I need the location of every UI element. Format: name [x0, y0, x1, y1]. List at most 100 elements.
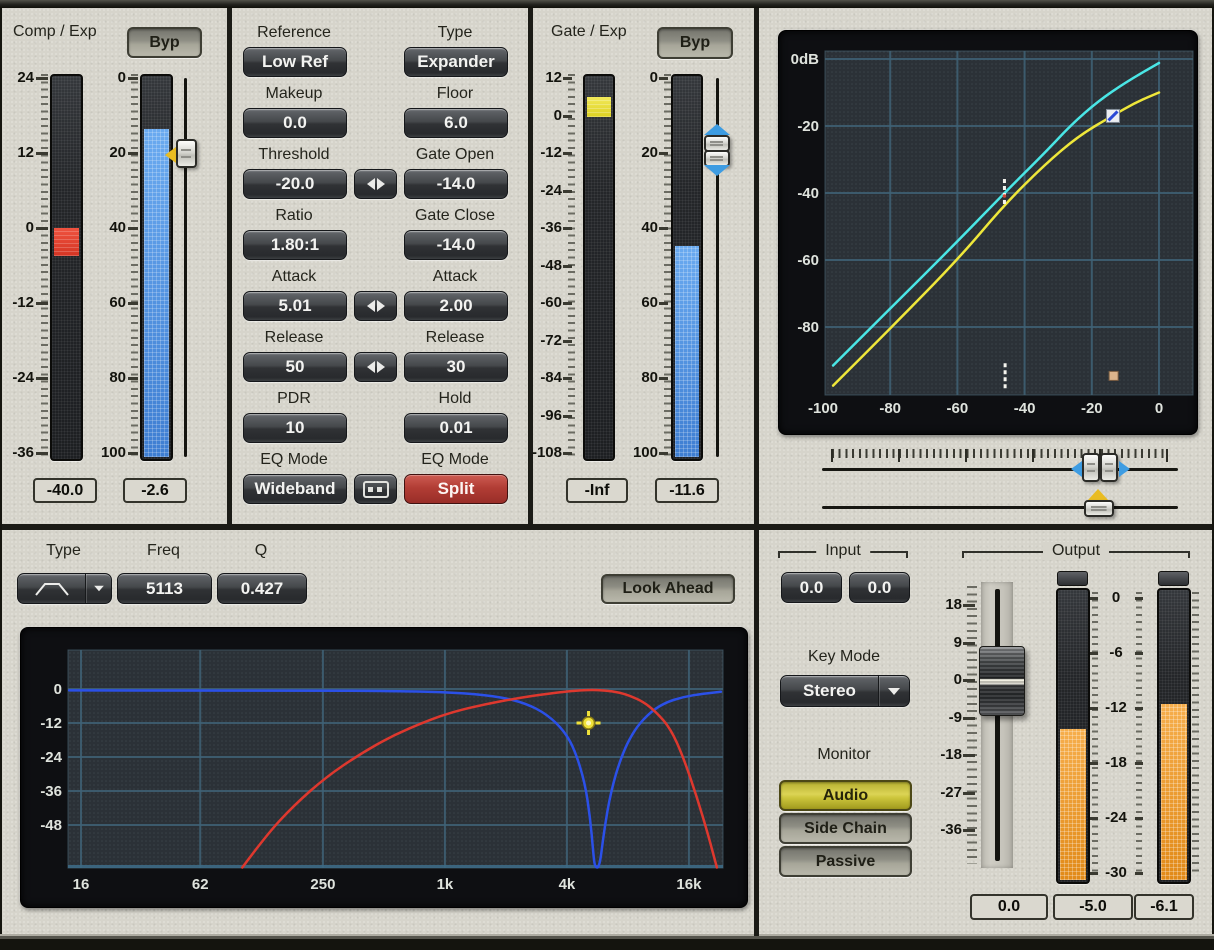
scale-major-tick — [563, 340, 572, 343]
scale-tick-label: 24 — [2, 69, 34, 86]
output-left-readout[interactable]: -5.0 — [1053, 894, 1133, 920]
floor-value-button[interactable]: 6.0 — [404, 108, 508, 138]
comp-gr-meter — [140, 74, 173, 461]
gain-fader-handle[interactable] — [979, 646, 1025, 716]
hold-value-button[interactable]: 0.01 — [404, 413, 508, 443]
filter-freq-label: Freq — [117, 542, 210, 560]
scale-major-tick — [1135, 707, 1143, 710]
scale-major-tick — [128, 77, 138, 80]
comp-release-value-button[interactable]: 50 — [243, 352, 347, 382]
gate-close-value-button[interactable]: -14.0 — [404, 230, 508, 260]
filter-q-value-button[interactable]: 0.427 — [217, 573, 307, 604]
pdr-value-button[interactable]: 10 — [243, 413, 347, 443]
param-label: Gate Close — [404, 207, 506, 225]
gate-threshold-marker[interactable] — [1106, 109, 1119, 122]
eq-graph[interactable]: 16622501k4k16k0-12-24-36-48 — [21, 628, 747, 907]
link-release-button[interactable] — [354, 352, 397, 382]
link-attack-button[interactable] — [354, 291, 397, 321]
left-right-arrows-icon — [355, 292, 396, 320]
scale-major-tick — [963, 604, 975, 607]
comp-level-readout[interactable]: -40.0 — [33, 478, 97, 503]
transfer-graph[interactable]: -100-80-60-40-2000dB-20-40-60-80 — [779, 31, 1197, 434]
scale-tick-label: -27 — [926, 784, 962, 801]
input-right-value-button[interactable]: 0.0 — [849, 572, 910, 603]
gate-gr-readout[interactable]: -11.6 — [655, 478, 719, 503]
output-tickstrip-left — [1092, 592, 1098, 876]
param-label: Ratio — [243, 207, 345, 225]
y-axis-tick-label: -60 — [797, 252, 819, 269]
gate-open-value-button[interactable]: -14.0 — [404, 169, 508, 199]
monitor-side-chain-button[interactable]: Side Chain — [779, 813, 912, 844]
left-right-arrows-icon — [355, 353, 396, 381]
link-eq-mode-button[interactable] — [354, 474, 397, 504]
output-right-readout[interactable]: -6.1 — [1134, 894, 1194, 920]
scale-major-tick — [563, 115, 572, 118]
scale-major-tick — [1135, 652, 1143, 655]
scale-major-tick — [128, 377, 138, 380]
scale-tick-label: -30 — [1100, 864, 1132, 881]
comp-threshold-slider-handle[interactable] — [176, 139, 197, 168]
comp-threshold-hslider-track[interactable] — [822, 506, 1178, 509]
filter-type-dropdown[interactable] — [17, 573, 112, 604]
param-label: Threshold — [243, 146, 345, 164]
scale-major-tick — [963, 829, 975, 832]
scale-major-tick — [1135, 762, 1143, 765]
scale-tick-label: -36 — [926, 821, 962, 838]
monitor-audio-button[interactable]: Audio — [779, 780, 912, 811]
makeup-value-button[interactable]: 0.0 — [243, 108, 347, 138]
comp-eq-mode-button[interactable]: Wideband — [243, 474, 347, 504]
gate-close-hslider-handle[interactable] — [1100, 453, 1118, 482]
gate-open-hslider-handle[interactable] — [1082, 453, 1100, 482]
gate-attack-value-button[interactable]: 2.00 — [404, 291, 508, 321]
scale-major-tick — [1090, 872, 1098, 875]
gate-gr-fill — [675, 246, 699, 457]
scale-major-tick — [1135, 597, 1143, 600]
scale-major-tick — [659, 152, 668, 155]
scale-tick-label: 80 — [618, 369, 658, 386]
scale-major-tick — [563, 415, 572, 418]
link-threshold-button[interactable] — [354, 169, 397, 199]
gate-release-value-button[interactable]: 30 — [404, 352, 508, 382]
scale-major-tick — [1135, 872, 1143, 875]
param-label: Release — [404, 329, 506, 347]
scale-tick-label: -12 — [1100, 699, 1132, 716]
x-axis-tick-label: -100 — [808, 400, 838, 417]
x-axis-tick-label: 250 — [310, 876, 335, 893]
comp-threshold-hslider-handle[interactable] — [1084, 500, 1114, 517]
gain-fader-readout[interactable]: 0.0 — [970, 894, 1048, 920]
y-axis-tick-label: -40 — [797, 185, 819, 202]
output-left-clip-led[interactable] — [1057, 571, 1088, 586]
scale-tick-label: -36 — [2, 444, 34, 461]
gate-level-indicator — [587, 97, 611, 117]
gate-gr-meter — [671, 74, 703, 461]
hslider-right-arrow-icon — [1119, 461, 1130, 477]
comp-attack-value-button[interactable]: 5.01 — [243, 291, 347, 321]
threshold-value-button[interactable]: -20.0 — [243, 169, 347, 199]
comp-level-tickstrip — [41, 74, 48, 457]
scale-major-tick — [563, 452, 572, 455]
look-ahead-button[interactable]: Look Ahead — [601, 574, 735, 604]
comp-gr-readout[interactable]: -2.6 — [123, 478, 187, 503]
floor-marker[interactable] — [1109, 371, 1118, 380]
gate-bypass-button[interactable]: Byp — [657, 27, 733, 59]
comp-threshold-slider-track[interactable] — [184, 78, 187, 457]
ratio-value-button[interactable]: 1.80:1 — [243, 230, 347, 260]
scale-major-tick — [563, 227, 572, 230]
output-tickstrip-far-right — [1192, 592, 1199, 876]
ruler-major-tick — [1166, 449, 1168, 462]
scale-tick-label: 0 — [618, 69, 658, 86]
comp-bypass-button[interactable]: Byp — [127, 27, 202, 58]
output-right-clip-led[interactable] — [1158, 571, 1189, 586]
filter-freq-value-button[interactable]: 5113 — [117, 573, 212, 604]
key-mode-dropdown[interactable]: Stereo — [780, 675, 910, 707]
y-axis-tick-label: -20 — [797, 118, 819, 135]
gate-gr-tickstrip — [664, 74, 671, 457]
input-left-value-button[interactable]: 0.0 — [781, 572, 842, 603]
type-button[interactable]: Expander — [404, 47, 508, 77]
gate-level-readout[interactable]: -Inf — [566, 478, 628, 503]
gate-eq-mode-button[interactable]: Split — [404, 474, 508, 504]
scale-major-tick — [563, 265, 572, 268]
left-right-arrows-icon — [355, 170, 396, 198]
reference-button[interactable]: Low Ref — [243, 47, 347, 77]
monitor-passive-button[interactable]: Passive — [779, 846, 912, 877]
